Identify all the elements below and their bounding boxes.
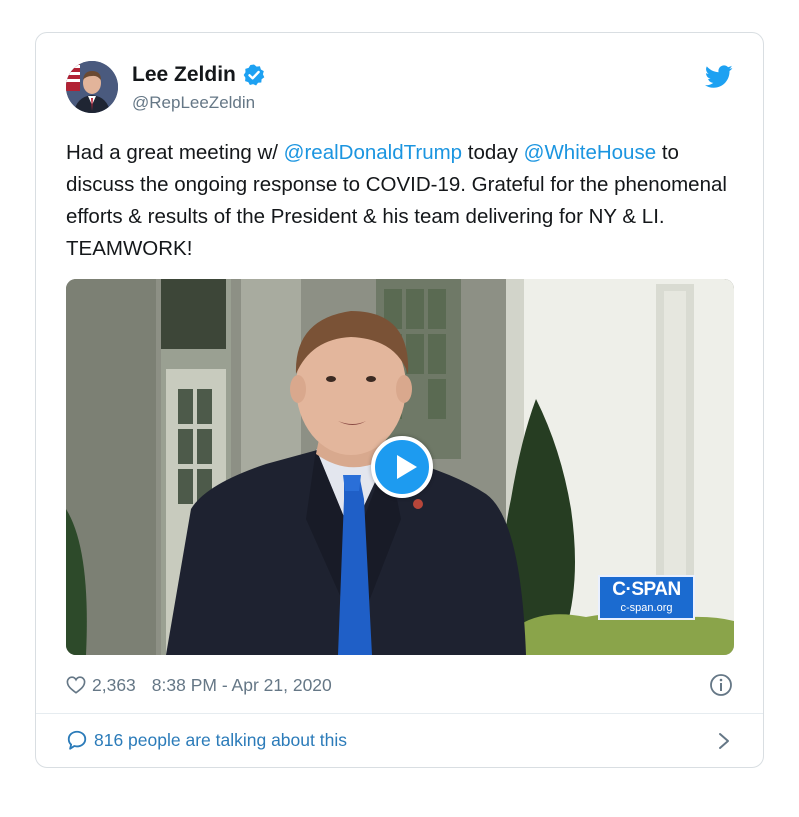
chevron-right-icon[interactable] (715, 731, 733, 751)
heart-icon[interactable] (66, 676, 86, 694)
speech-bubble-icon (67, 730, 87, 750)
tweet-text-part: today (462, 141, 524, 164)
author-name-text: Lee Zeldin (132, 63, 236, 86)
author-name[interactable]: Lee Zeldin (132, 63, 266, 87)
conversation-text: 816 people are talking about this (94, 729, 347, 750)
play-icon[interactable] (371, 436, 433, 498)
avatar[interactable] (66, 61, 118, 113)
author-handle[interactable]: @RepLeeZeldin (132, 93, 255, 113)
avatar-image (66, 61, 118, 113)
like-count[interactable]: 2,363 (92, 675, 136, 696)
tweet-text-part: Had a great meeting w/ (66, 141, 284, 164)
cspan-watermark-sub: c-span.org (620, 602, 673, 614)
mention-link[interactable]: @realDonaldTrump (284, 141, 462, 164)
verified-badge-icon (243, 64, 265, 86)
cspan-watermark-main: C·SPAN (612, 579, 681, 600)
tweet-card: Lee Zeldin @RepLeeZeldin Had a great mee… (35, 32, 764, 768)
tweet-text: Had a great meeting w/ @realDonaldTrump … (66, 137, 736, 265)
tweet-stats: 2,363 8:38 PM - Apr 21, 2020 (66, 673, 332, 697)
mention-link[interactable]: @WhiteHouse (524, 141, 656, 164)
cspan-watermark: C·SPAN c-span.org (598, 575, 695, 620)
twitter-bird-icon[interactable] (705, 65, 733, 89)
timestamp[interactable]: 8:38 PM - Apr 21, 2020 (152, 675, 332, 696)
info-icon[interactable] (709, 673, 733, 697)
conversation-link[interactable]: 816 people are talking about this (66, 729, 347, 751)
divider (36, 713, 763, 714)
video-player[interactable]: C·SPAN c-span.org (66, 279, 734, 655)
